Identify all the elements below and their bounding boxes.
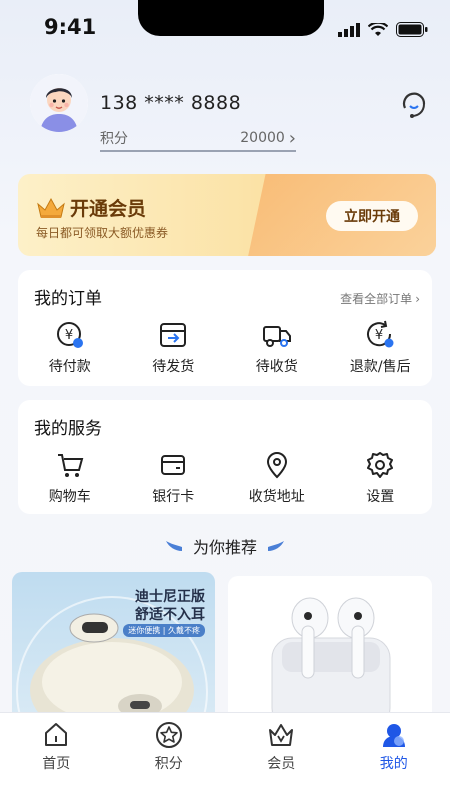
product-card[interactable] [228, 576, 432, 722]
crown-icon [269, 724, 294, 746]
status-icons [338, 22, 428, 37]
services-card: 我的服务 购物车 银行卡 收货地址 设置 [18, 400, 432, 514]
crown-icon [37, 197, 65, 218]
points-value: 20000 [240, 130, 285, 146]
product-title-line1: 迪士尼正版 [135, 589, 205, 605]
recommend-header: 为你推荐 [0, 534, 450, 558]
home-icon [45, 723, 68, 746]
user-phone: 138 **** 8888 [100, 92, 242, 114]
tab-label: 首页 [42, 756, 71, 772]
location-pin-icon [266, 452, 287, 479]
profile-header: 138 **** 8888 积分 20000 › [0, 70, 450, 160]
customer-service-icon[interactable] [398, 90, 430, 122]
orders-title: 我的订单 [34, 289, 102, 309]
service-label: 收货地址 [248, 489, 305, 505]
view-all-orders-label: 查看全部订单 [340, 292, 413, 306]
vip-title: 开通会员 [70, 198, 147, 220]
tab-points[interactable]: 积分 [113, 713, 226, 800]
points-row[interactable]: 积分 20000 › [100, 126, 296, 152]
pending-payment-icon: ¥ [56, 322, 83, 348]
profile-icon [382, 724, 405, 747]
service-label: 银行卡 [152, 489, 195, 505]
avatar[interactable] [30, 74, 88, 132]
activate-vip-button[interactable]: 立即开通 [326, 201, 418, 231]
svg-text:¥: ¥ [65, 328, 73, 343]
service-label: 购物车 [48, 489, 91, 505]
order-refund[interactable]: ¥ 退款/售后 [329, 320, 433, 376]
shopping-cart-icon [57, 454, 84, 477]
points-value-group: 20000 › [240, 128, 296, 149]
tab-membership[interactable]: 会员 [225, 713, 338, 800]
service-label: 设置 [366, 489, 395, 505]
order-label: 待付款 [48, 359, 91, 375]
order-pending-payment[interactable]: ¥ 待付款 [18, 320, 122, 376]
tab-mine[interactable]: 我的 [338, 713, 450, 800]
product-title-line2: 舒适不入耳 [135, 607, 205, 623]
white-earbuds-image [271, 597, 391, 722]
product-tag: 迷你便携 | 久戴不疼 [123, 624, 205, 637]
service-bank-card[interactable]: 银行卡 [122, 450, 226, 506]
camera-notch [138, 0, 324, 36]
bank-card-icon [161, 455, 186, 475]
delivery-truck-icon [262, 326, 291, 347]
gear-icon [367, 452, 394, 478]
recommend-products: 迪士尼正版 舒适不入耳 迷你便携 | 久戴不疼 [12, 572, 432, 722]
vip-subtitle: 每日都可领取大额优惠券 [36, 226, 169, 240]
product-card[interactable]: 迪士尼正版 舒适不入耳 迷你便携 | 久戴不疼 [12, 572, 215, 722]
vip-title-group: 开通会员 [36, 194, 146, 221]
view-all-orders-link[interactable]: 查看全部订单 › [340, 290, 420, 307]
order-label: 退款/售后 [349, 359, 411, 375]
wing-left-icon [165, 541, 182, 551]
order-pending-receipt[interactable]: 待收货 [225, 320, 329, 376]
service-cart[interactable]: 购物车 [18, 450, 122, 506]
order-pending-shipment[interactable]: 待发货 [122, 320, 226, 376]
pending-shipment-icon [160, 323, 187, 347]
order-label: 待发货 [152, 359, 195, 375]
wifi-icon [368, 22, 388, 36]
battery-icon [396, 22, 428, 37]
service-address[interactable]: 收货地址 [225, 450, 329, 506]
order-label: 待收货 [255, 359, 298, 375]
service-settings[interactable]: 设置 [329, 450, 433, 506]
points-label: 积分 [100, 131, 128, 147]
refund-icon: ¥ [367, 320, 394, 348]
svg-text:¥: ¥ [375, 328, 383, 343]
orders-card: 我的订单 查看全部订单 › ¥ 待付款 待发货 待收货 ¥ 退款/售后 [18, 270, 432, 386]
tab-home[interactable]: 首页 [0, 713, 113, 800]
services-title: 我的服务 [34, 419, 102, 439]
star-icon [155, 722, 182, 748]
status-bar: 9:41 [0, 0, 450, 52]
chevron-right-icon: › [288, 127, 296, 149]
vip-banner[interactable]: 开通会员 每日都可领取大额优惠券 立即开通 [18, 174, 436, 256]
status-time: 9:41 [44, 15, 97, 39]
tab-label: 积分 [154, 756, 183, 772]
cellular-signal-icon [338, 22, 360, 37]
recommend-title: 为你推荐 [192, 538, 257, 557]
tab-label: 会员 [267, 756, 296, 772]
wing-right-icon [268, 541, 284, 551]
tab-label: 我的 [379, 756, 408, 772]
bottom-tab-bar: 首页 积分 会员 我的 [0, 712, 450, 800]
chevron-right-icon: › [415, 291, 420, 306]
